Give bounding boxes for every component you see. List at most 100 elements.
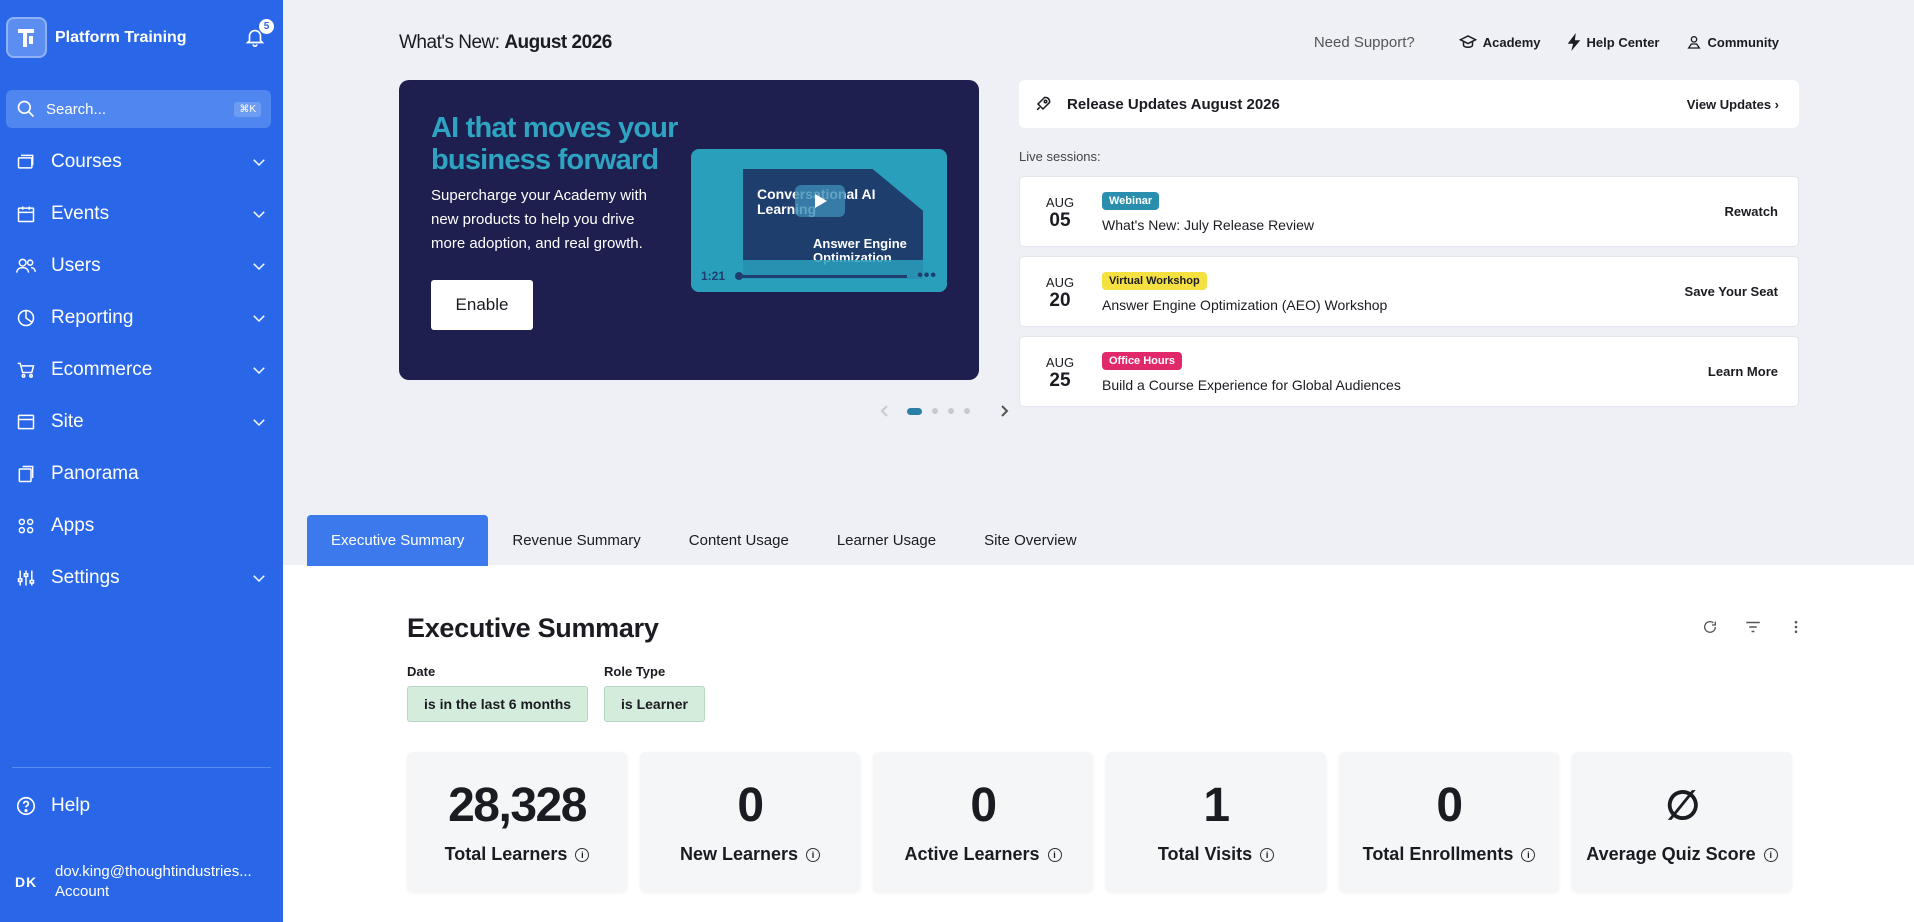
info-icon[interactable]: i xyxy=(1763,847,1778,862)
help-link[interactable]: Help xyxy=(15,795,90,817)
hero-carousel-slide: AI that moves your business forward Supe… xyxy=(399,80,979,380)
metric-card-total-learners: 28,328 Total Learners i xyxy=(407,752,627,892)
sidebar-item-label: Panorama xyxy=(51,463,139,484)
graduation-cap-icon xyxy=(1458,35,1477,49)
metric-value: 0 xyxy=(1436,779,1463,832)
enable-button[interactable]: Enable xyxy=(431,280,533,330)
calendar-icon xyxy=(15,203,37,225)
filter-icon[interactable] xyxy=(1743,617,1763,637)
account-menu[interactable]: DK dov.king@thoughtindustries... Account xyxy=(15,862,252,902)
search-input[interactable]: Search... ⌘K xyxy=(6,90,271,128)
rocket-icon xyxy=(1036,96,1051,111)
video-time: 1:21 xyxy=(701,269,726,283)
video-player[interactable]: Conversational AI Learning Answer Engine… xyxy=(691,149,947,292)
sidebar-item-users[interactable]: Users xyxy=(0,240,283,292)
sidebar-item-events[interactable]: Events xyxy=(0,188,283,240)
chevron-down-icon xyxy=(253,211,265,219)
carousel-dot[interactable] xyxy=(932,408,938,414)
carousel-pagination xyxy=(880,404,1010,418)
info-icon[interactable]: i xyxy=(575,847,590,862)
chevron-down-icon xyxy=(253,315,265,323)
session-month: AUG xyxy=(1045,354,1075,370)
metric-label-row: Total Enrollments i xyxy=(1363,844,1536,865)
rewatch-link[interactable]: Rewatch xyxy=(1725,204,1778,219)
pie-chart-icon xyxy=(15,307,37,329)
sidebar-item-label: Settings xyxy=(51,567,120,588)
chevron-down-icon xyxy=(253,159,265,167)
session-tag: Webinar xyxy=(1102,191,1160,210)
sidebar-item-courses[interactable]: Courses xyxy=(0,136,283,188)
metric-label: Active Learners xyxy=(904,844,1040,864)
help-center-link[interactable]: Help Center xyxy=(1567,33,1660,51)
filter-role-value[interactable]: is Learner xyxy=(604,686,705,722)
account-info: dov.king@thoughtindustries... Account xyxy=(55,862,252,902)
info-icon[interactable]: i xyxy=(1047,847,1062,862)
session-date: AUG 05 xyxy=(1038,194,1082,230)
tab-learner-usage[interactable]: Learner Usage xyxy=(813,515,960,566)
sidebar-item-panorama[interactable]: Panorama xyxy=(0,448,283,500)
dashboard-filters: Date is in the last 6 months Role Type i… xyxy=(407,664,721,722)
sidebar-item-apps[interactable]: Apps xyxy=(0,500,283,552)
tab-executive-summary[interactable]: Executive Summary xyxy=(307,515,489,566)
tab-content-usage[interactable]: Content Usage xyxy=(665,515,813,566)
chevron-right-icon[interactable] xyxy=(998,404,1010,418)
academy-label: Academy xyxy=(1482,34,1541,50)
sidebar-divider xyxy=(12,767,271,768)
kebab-menu-icon[interactable] xyxy=(1786,617,1806,637)
sidebar-item-settings[interactable]: Settings xyxy=(0,552,283,604)
account-label: Account xyxy=(55,883,110,900)
metric-card-active-learners: 0 Active Learners i xyxy=(873,752,1093,892)
brand-logo[interactable] xyxy=(6,17,47,58)
sidebar-item-reporting[interactable]: Reporting xyxy=(0,292,283,344)
notification-count-badge: 5 xyxy=(259,18,274,34)
filter-label: Role Type xyxy=(604,664,666,679)
session-tag: Virtual Workshop xyxy=(1102,271,1207,290)
tab-site-overview[interactable]: Site Overview xyxy=(960,515,1101,566)
session-title: Build a Course Experience for Global Aud… xyxy=(1102,376,1401,393)
info-icon[interactable]: i xyxy=(806,847,821,862)
sidebar-item-site[interactable]: Site xyxy=(0,396,283,448)
session-date: AUG 25 xyxy=(1038,354,1082,390)
notifications-button[interactable]: 5 xyxy=(244,18,274,50)
community-link[interactable]: Community xyxy=(1686,34,1780,50)
carousel-dot[interactable] xyxy=(948,408,954,414)
lightning-icon xyxy=(1567,33,1580,51)
refresh-icon[interactable] xyxy=(1700,617,1720,637)
sidebar-item-label: Reporting xyxy=(51,307,134,328)
tab-revenue-summary[interactable]: Revenue Summary xyxy=(488,515,664,566)
cart-icon xyxy=(15,359,37,381)
info-icon[interactable]: i xyxy=(1260,847,1275,862)
academy-link[interactable]: Academy xyxy=(1458,34,1541,50)
release-updates-bar: Release Updates August 2026 View Updates… xyxy=(1019,80,1799,128)
whats-new-panel: What's New: August 2026 Need Support? Ac… xyxy=(283,0,1914,565)
live-sessions-label: Live sessions: xyxy=(1019,149,1101,164)
help-label: Help xyxy=(51,795,91,816)
session-body: Webinar What's New: July Release Review xyxy=(1102,191,1725,233)
play-icon xyxy=(815,194,827,208)
sidebar-item-label: Users xyxy=(51,255,101,276)
need-support-label: Need Support? xyxy=(1313,33,1415,51)
carousel-dot[interactable] xyxy=(964,408,970,414)
users-icon xyxy=(15,255,37,277)
carousel-dot-active[interactable] xyxy=(907,407,922,415)
metric-card-new-learners: 0 New Learners i xyxy=(640,752,860,892)
sidebar-item-ecommerce[interactable]: Ecommerce xyxy=(0,344,283,396)
metric-label: Total Enrollments xyxy=(1362,844,1514,864)
chevron-down-icon xyxy=(253,263,265,271)
filter-date: Date is in the last 6 months xyxy=(407,664,589,722)
metric-value: 0 xyxy=(970,779,997,832)
view-updates-link[interactable]: View Updates › xyxy=(1687,97,1779,112)
filter-date-value[interactable]: is in the last 6 months xyxy=(407,686,589,722)
play-button[interactable] xyxy=(795,185,845,217)
info-icon[interactable]: i xyxy=(1521,847,1536,862)
help-icon xyxy=(16,796,36,816)
community-label: Community xyxy=(1707,34,1780,50)
video-progress-bar[interactable] xyxy=(735,271,908,280)
metric-label: Total Learners xyxy=(444,844,568,864)
save-your-seat-link[interactable]: Save Your Seat xyxy=(1685,284,1778,299)
learn-more-link[interactable]: Learn More xyxy=(1708,364,1778,379)
chevron-left-icon[interactable] xyxy=(879,404,891,418)
dashboard-toolbar xyxy=(1677,617,1806,637)
more-options-icon[interactable]: ••• xyxy=(917,267,937,285)
apps-icon xyxy=(15,515,37,537)
